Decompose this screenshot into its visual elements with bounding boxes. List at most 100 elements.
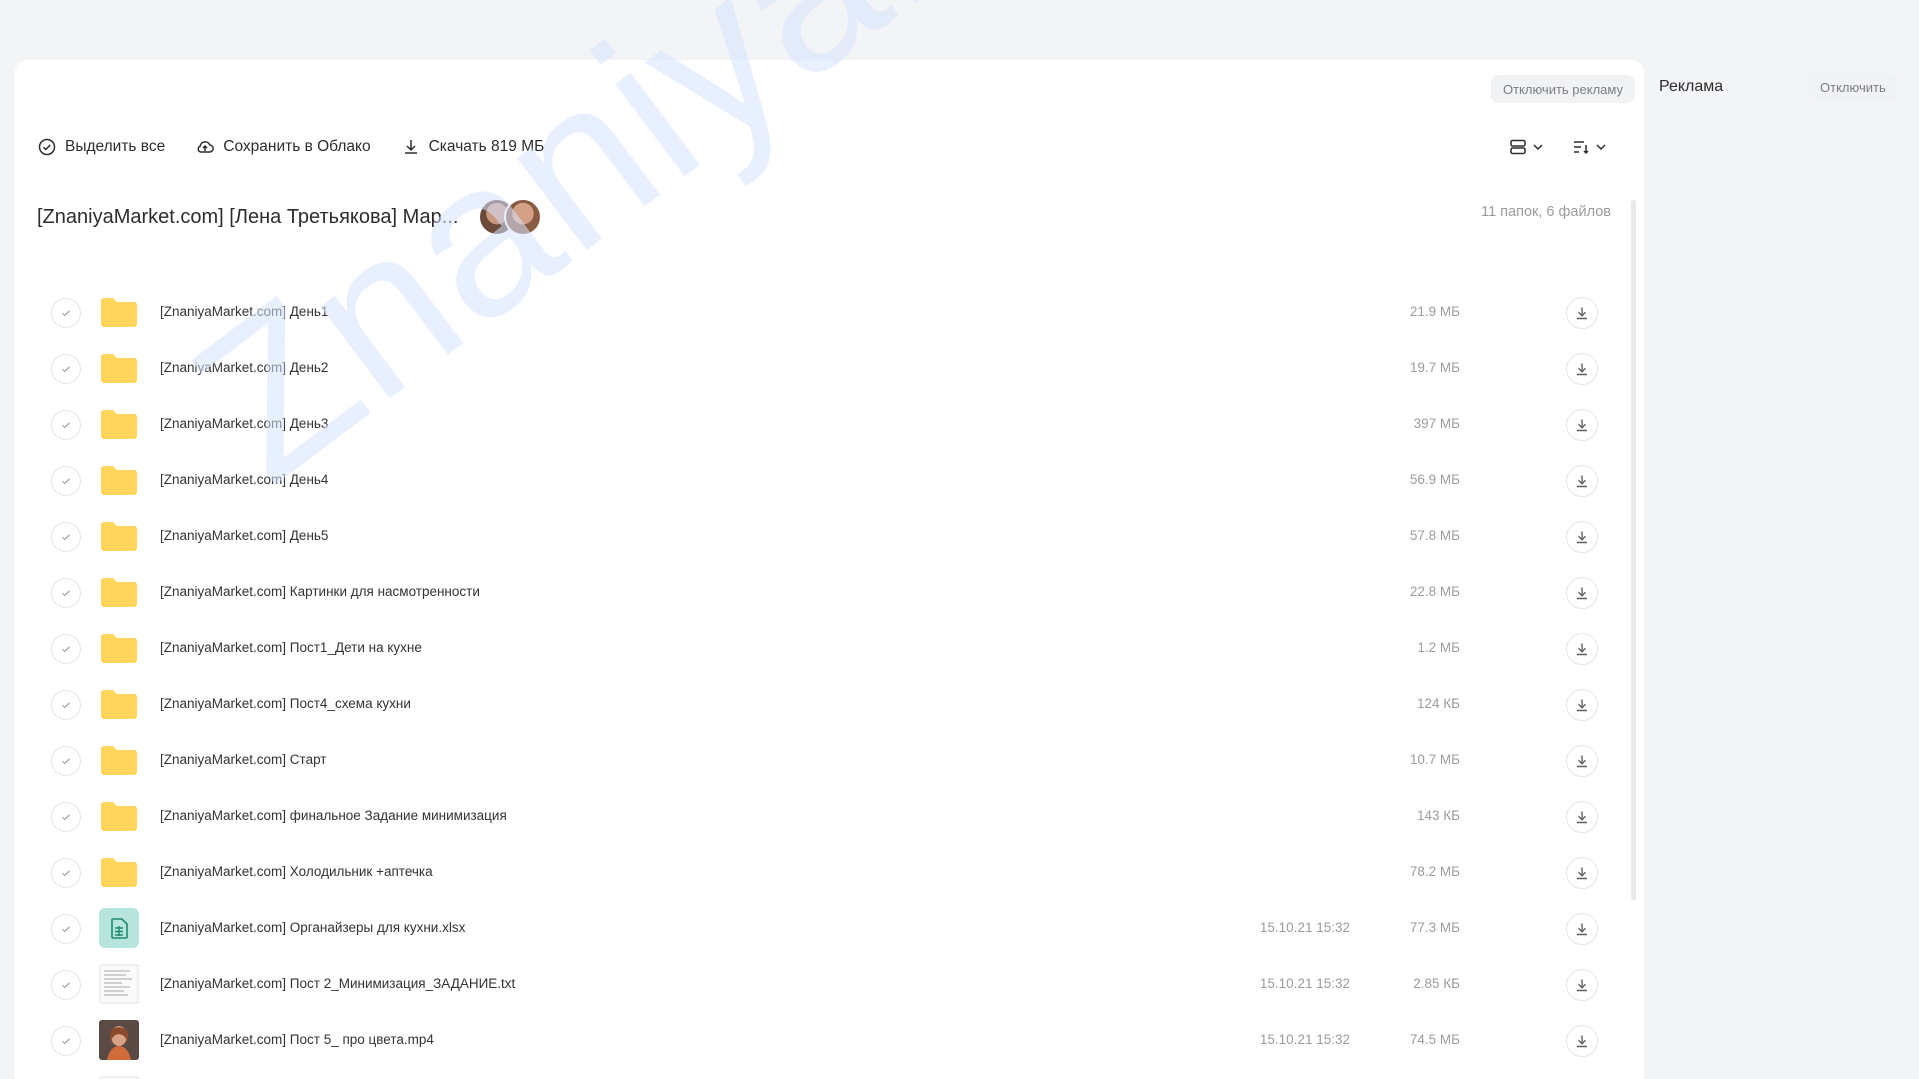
check-icon xyxy=(62,310,70,317)
select-checkbox[interactable] xyxy=(51,1026,81,1056)
select-all-button[interactable]: Выделить все xyxy=(37,137,165,157)
file-date: 15.10.21 15:32 xyxy=(1259,920,1350,935)
download-icon xyxy=(1577,363,1587,376)
select-checkbox[interactable] xyxy=(51,354,81,384)
file-name[interactable]: [ZnaniyaMarket.com] финальное Задание ми… xyxy=(160,808,507,823)
save-to-cloud-button[interactable]: Сохранить в Облако xyxy=(195,137,371,157)
file-name[interactable]: [ZnaniyaMarket.com] Пост4_схема кухни xyxy=(160,696,411,711)
check-icon xyxy=(62,422,70,429)
download-button[interactable] xyxy=(1566,577,1598,609)
list-item[interactable]: [ZnaniyaMarket.com] День3 397 МБ xyxy=(15,398,1635,454)
list-item[interactable]: [ZnaniyaMarket.com] День1 21.9 МБ xyxy=(15,286,1635,342)
download-button[interactable] xyxy=(1566,633,1598,665)
file-name[interactable]: [ZnaniyaMarket.com] День1 xyxy=(160,304,328,319)
list-item[interactable]: [ZnaniyaMarket.com] Пост4_схема кухни 124… xyxy=(15,678,1635,734)
list-item[interactable]: [ZnaniyaMarket.com] Органайзеры для кухн… xyxy=(15,902,1635,958)
download-button[interactable] xyxy=(1566,745,1598,777)
list-item[interactable]: [ZnaniyaMarket.com] Пост3_ Смысловой наб… xyxy=(15,1070,1635,1079)
file-date: 15.10.21 15:32 xyxy=(1259,1032,1350,1047)
select-checkbox[interactable] xyxy=(51,970,81,1000)
download-button[interactable] xyxy=(1566,857,1598,889)
view-mode-toggle[interactable] xyxy=(1508,137,1545,157)
list-item[interactable]: [ZnaniyaMarket.com] День2 19.7 МБ xyxy=(15,342,1635,398)
file-name[interactable]: [ZnaniyaMarket.com] День3 xyxy=(160,416,328,431)
download-button[interactable] xyxy=(1566,969,1598,1001)
file-name[interactable]: [ZnaniyaMarket.com] Старт xyxy=(160,752,326,767)
file-name[interactable]: [ZnaniyaMarket.com] День5 xyxy=(160,528,328,543)
select-checkbox[interactable] xyxy=(51,690,81,720)
download-icon xyxy=(1577,419,1587,432)
download-icon xyxy=(1577,699,1587,712)
download-button[interactable] xyxy=(1566,465,1598,497)
select-checkbox[interactable] xyxy=(51,466,81,496)
file-size: 1.2 МБ xyxy=(1417,640,1460,655)
select-checkbox[interactable] xyxy=(51,858,81,888)
select-checkbox[interactable] xyxy=(51,914,81,944)
shared-users[interactable] xyxy=(478,198,543,236)
list-item[interactable]: [ZnaniyaMarket.com] Пост1_Дети на кухне 1… xyxy=(15,622,1635,678)
select-checkbox[interactable] xyxy=(51,298,81,328)
view-controls xyxy=(1508,137,1608,157)
download-button[interactable] xyxy=(1566,297,1598,329)
download-button[interactable] xyxy=(1566,689,1598,721)
list-item[interactable]: [ZnaniyaMarket.com] Холодильник +аптечка… xyxy=(15,846,1635,902)
folder-title: [ZnaniyaMarket.com] [Лена Третьякова] Ма… xyxy=(37,205,459,228)
file-name[interactable]: [ZnaniyaMarket.com] День4 xyxy=(160,472,328,487)
download-button[interactable] xyxy=(1566,521,1598,553)
download-all-button[interactable]: Скачать 819 МБ xyxy=(401,137,544,157)
check-icon xyxy=(62,814,70,821)
list-item[interactable]: [ZnaniyaMarket.com] Картинки для насмотр… xyxy=(15,566,1635,622)
folder-icon xyxy=(99,740,139,780)
folder-icon xyxy=(99,572,139,612)
file-size: 397 МБ xyxy=(1413,416,1460,431)
sort-toggle[interactable] xyxy=(1571,137,1608,157)
file-name[interactable]: [ZnaniyaMarket.com] День2 xyxy=(160,360,328,375)
list-item[interactable]: [ZnaniyaMarket.com] Пост 2_Минимизация_З… xyxy=(15,958,1635,1014)
disable-ads-button[interactable]: Отключить рекламу xyxy=(1490,75,1635,103)
select-checkbox[interactable] xyxy=(51,578,81,608)
file-size: 56.9 МБ xyxy=(1409,472,1460,487)
folder-icon xyxy=(99,684,139,724)
toolbar: Выделить все Сохранить в Облако Скачать … xyxy=(37,137,544,157)
select-checkbox[interactable] xyxy=(51,802,81,832)
file-date: 15.10.21 15:32 xyxy=(1259,976,1350,991)
download-button[interactable] xyxy=(1566,353,1598,385)
select-checkbox[interactable] xyxy=(51,522,81,552)
list-item[interactable]: [ZnaniyaMarket.com] Старт 10.7 МБ xyxy=(15,734,1635,790)
file-name[interactable]: [ZnaniyaMarket.com] Холодильник +аптечка xyxy=(160,864,433,879)
text-file-icon xyxy=(99,964,139,1004)
list-view-icon xyxy=(1510,139,1526,155)
select-checkbox[interactable] xyxy=(51,410,81,440)
select-all-label: Выделить все xyxy=(65,138,166,155)
file-name[interactable]: [ZnaniyaMarket.com] Пост1_Дети на кухне xyxy=(160,640,422,655)
download-button[interactable] xyxy=(1566,913,1598,945)
disable-ad-button[interactable]: Отключить xyxy=(1809,74,1897,100)
file-size: 77.3 МБ xyxy=(1409,920,1460,935)
file-size: 143 КБ xyxy=(1417,808,1460,823)
file-name[interactable]: [ZnaniyaMarket.com] Картинки для насмотр… xyxy=(160,584,480,599)
download-button[interactable] xyxy=(1566,801,1598,833)
download-icon xyxy=(1577,755,1587,768)
save-to-cloud-label: Сохранить в Облако xyxy=(223,138,371,155)
scrollbar[interactable] xyxy=(1631,200,1636,900)
download-button[interactable] xyxy=(1566,409,1598,441)
list-item[interactable]: [ZnaniyaMarket.com] финальное Задание ми… xyxy=(15,790,1635,846)
file-name[interactable]: [ZnaniyaMarket.com] Пост 2_Минимизация_З… xyxy=(160,976,515,991)
list-item[interactable]: [ZnaniyaMarket.com] День4 56.9 МБ xyxy=(15,454,1635,510)
chevron-down-icon xyxy=(1596,144,1606,151)
list-item[interactable]: [ZnaniyaMarket.com] Пост 5_ про цвета.mp… xyxy=(15,1014,1635,1070)
download-icon xyxy=(1577,867,1587,880)
list-item[interactable]: [ZnaniyaMarket.com] День5 57.8 МБ xyxy=(15,510,1635,566)
file-size: 21.9 МБ xyxy=(1409,304,1460,319)
select-checkbox[interactable] xyxy=(51,634,81,664)
folder-icon xyxy=(99,516,139,556)
spreadsheet-icon xyxy=(99,908,139,948)
file-name[interactable]: [ZnaniyaMarket.com] Пост 5_ про цвета.mp… xyxy=(160,1032,434,1047)
select-checkbox[interactable] xyxy=(51,746,81,776)
download-button[interactable] xyxy=(1566,1025,1598,1057)
check-icon xyxy=(62,1038,70,1045)
folder-counts: 11 папок, 6 файлов xyxy=(1481,204,1611,220)
file-browser-panel: Отключить рекламу Выделить все Сохранить… xyxy=(15,60,1644,1079)
file-name[interactable]: [ZnaniyaMarket.com] Органайзеры для кухн… xyxy=(160,920,465,935)
file-size: 10.7 МБ xyxy=(1409,752,1460,767)
